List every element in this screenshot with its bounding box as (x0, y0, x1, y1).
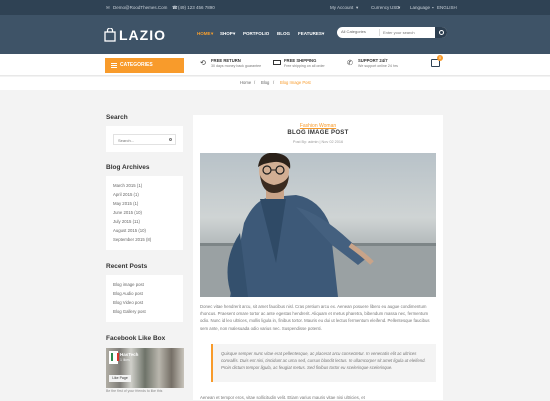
nav-portfolio[interactable]: PORTFOLIO (243, 31, 269, 36)
chevron-down-icon: ▾ (233, 31, 236, 36)
flag-icon: ▪ (432, 5, 434, 10)
top-bar: ✉ Demo@RoodThemes.Com ☎ (49) 123 456 789… (0, 0, 550, 15)
search-category-select[interactable]: All Categories (341, 29, 366, 34)
post-paragraph: Donec vitae hendrerit arcu, sit amet fau… (200, 304, 430, 331)
categories-button[interactable]: CATEGORIES (105, 58, 184, 73)
truck-icon (273, 60, 281, 65)
archive-link[interactable]: June 2015 (10) (113, 210, 142, 215)
sidebar-search (113, 134, 176, 145)
cart-count-badge: 0 (437, 55, 443, 61)
facebook-page-name[interactable]: HasTech (120, 352, 138, 357)
archive-link[interactable]: August 2015 (10) (113, 228, 146, 233)
topbar-email[interactable]: Demo@RoodThemes.Com (113, 3, 167, 12)
sidebar-search-input[interactable] (118, 137, 163, 143)
phone-support-icon: ✆ (347, 60, 353, 67)
recent-post-link[interactable]: Blog Video post (113, 300, 143, 305)
archive-link[interactable]: July 2015 (11) (113, 219, 140, 224)
facebook-like-button[interactable]: Like Page (109, 375, 131, 382)
archive-link[interactable]: September 2015 (8) (113, 237, 151, 242)
logo-bag-icon (104, 27, 116, 42)
feature-subtitle: 30 days money back guarantee (211, 64, 262, 68)
chevron-down-icon: ▾ (322, 31, 325, 36)
breadcrumb-blog[interactable]: Blog (261, 80, 269, 85)
post-category[interactable]: Fashion Woman (193, 123, 443, 129)
chevron-down-icon: ▾ (211, 31, 214, 36)
archive-link[interactable]: March 2015 (1) (113, 183, 142, 188)
header-search: All Categories (337, 27, 447, 38)
main-header: LAZIO HOME ▾ SHOP ▾ PORTFOLIO BLOG FEATU… (0, 15, 550, 54)
post-blockquote: Quisque semper nunc vitae erat pellentes… (211, 344, 436, 382)
breadcrumb-separator: / (254, 80, 256, 85)
feature-title: FREE SHIPPING (284, 58, 317, 63)
features-bar: CATEGORIES ⟲ FREE RETURN 30 days money b… (0, 54, 550, 76)
phone-icon: ☎ (172, 5, 178, 10)
sidebar-recent-title: Recent Posts (106, 263, 148, 270)
categories-label: CATEGORIES (120, 62, 153, 68)
site-logo[interactable]: LAZIO (119, 27, 166, 43)
currency-label: Currency (371, 5, 390, 10)
sidebar-search-title: Search (106, 114, 128, 121)
recent-post-link[interactable]: Blog Audio post (113, 291, 143, 296)
post-meta: Post By: admin | Nov 02 2016 (292, 140, 344, 144)
nav-home[interactable]: HOME (197, 31, 211, 36)
blog-post: Fashion Woman BLOG IMAGE POST Post By: a… (193, 115, 443, 400)
hastech-logo-icon (109, 351, 119, 364)
chevron-down-icon: ▾ (356, 5, 359, 10)
facebook-likes: 1 likes (120, 358, 130, 362)
facebook-like-box[interactable]: HasTech 1 likes Like Page (106, 348, 184, 388)
language-select[interactable]: ENGLISH (437, 3, 457, 12)
sidebar-archives-title: Blog Archives (106, 164, 150, 171)
breadcrumb-home[interactable]: Home (240, 80, 251, 85)
language-label: Language (410, 5, 431, 10)
post-image (200, 153, 436, 297)
breadcrumb-separator: / (273, 80, 275, 85)
menu-icon (111, 63, 117, 68)
return-icon: ⟲ (200, 60, 206, 67)
feature-title: SUPPORT 24/7 (358, 58, 388, 63)
breadcrumb: Home / Blog / Blog Image Post (0, 77, 550, 90)
email-icon: ✉ (106, 5, 110, 10)
archive-link[interactable]: April 2015 (1) (113, 192, 139, 197)
feature-subtitle: Free shipping on all order (284, 64, 325, 68)
nav-shop[interactable]: SHOP (220, 31, 233, 36)
search-divider (379, 29, 380, 36)
chevron-down-icon: ▾ (398, 5, 401, 10)
recent-post-link[interactable]: Blog Gallery post (113, 309, 146, 314)
sidebar-facebook-title: Facebook Like Box (106, 335, 166, 342)
facebook-footer-text: Be the first of your friends to like thi… (106, 389, 163, 393)
recent-post-link[interactable]: Blog image post (113, 282, 144, 287)
post-title: BLOG IMAGE POST (287, 130, 349, 136)
feature-title: FREE RETURN (211, 58, 241, 63)
nav-blog[interactable]: BLOG (277, 31, 290, 36)
search-icon[interactable] (169, 138, 172, 141)
breadcrumb-current: Blog Image Post (280, 80, 311, 85)
archive-link[interactable]: May 2015 (1) (113, 201, 138, 206)
topbar-phone[interactable]: (49) 123 456 7890 (178, 3, 215, 12)
search-input[interactable] (383, 28, 431, 37)
feature-subtitle: We support online 24 hrs (358, 64, 398, 68)
search-button[interactable] (435, 27, 447, 38)
topbar-account[interactable]: My Account (330, 3, 353, 12)
nav-features[interactable]: FEATURES (298, 31, 322, 36)
